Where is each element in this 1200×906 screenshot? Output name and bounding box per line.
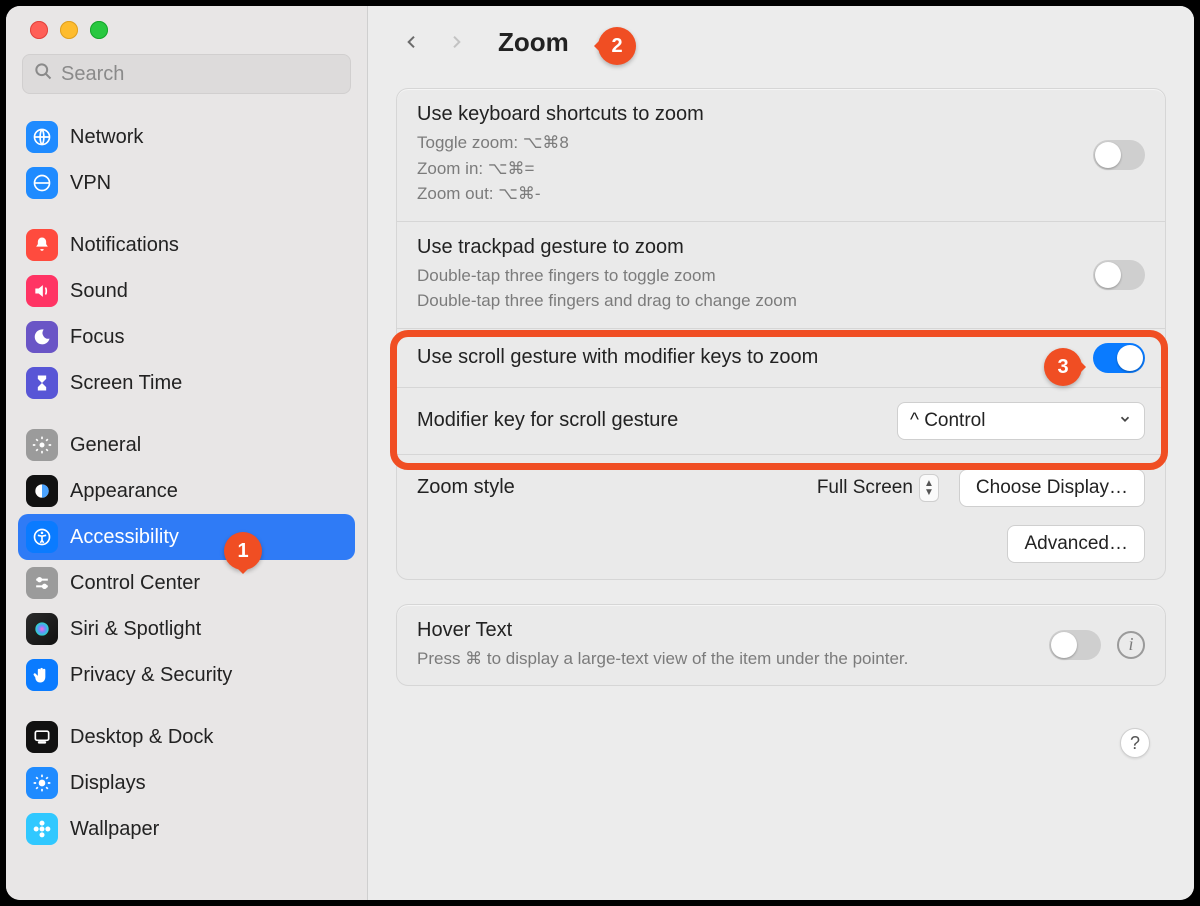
- search-field[interactable]: [22, 54, 351, 94]
- toggle-trackpad[interactable]: [1093, 260, 1145, 290]
- toggle-hover-text[interactable]: [1049, 630, 1101, 660]
- sidebar-list: Network VPN Notifications Sound: [6, 106, 367, 852]
- sidebar-item-vpn[interactable]: VPN: [18, 160, 355, 206]
- annotation-callout-1: 1: [224, 532, 262, 570]
- updown-icon: ▲▼: [919, 474, 939, 502]
- search-icon: [33, 61, 53, 87]
- sidebar-item-wallpaper[interactable]: Wallpaper: [18, 806, 355, 852]
- search-input[interactable]: [61, 63, 340, 86]
- row-title: Modifier key for scroll gesture: [417, 409, 881, 432]
- hand-icon: [26, 659, 58, 691]
- close-window-button[interactable]: [30, 21, 48, 39]
- content: Zoom Use keyboard shortcuts to zoom Togg…: [368, 6, 1194, 900]
- sidebar-item-privacy[interactable]: Privacy & Security: [18, 652, 355, 698]
- appearance-icon: [26, 475, 58, 507]
- modifier-key-select[interactable]: ^ Control: [897, 402, 1145, 440]
- zoom-window-button[interactable]: [90, 21, 108, 39]
- row-kb-shortcuts: Use keyboard shortcuts to zoom Toggle zo…: [397, 89, 1165, 221]
- select-value: ^ Control: [910, 410, 985, 432]
- row-zoom-style: Zoom style Full Screen ▲▼ Choose Display…: [397, 454, 1165, 521]
- zoom-style-select[interactable]: Full Screen ▲▼: [813, 471, 943, 505]
- accessibility-icon: [26, 521, 58, 553]
- back-button[interactable]: [402, 28, 422, 56]
- sidebar-item-label: Notifications: [70, 234, 179, 257]
- page-title: Zoom: [498, 27, 569, 58]
- row-desc: Toggle zoom: ⌥⌘8 Zoom in: ⌥⌘= Zoom out: …: [417, 130, 1077, 207]
- globe-icon: [26, 121, 58, 153]
- sidebar-item-focus[interactable]: Focus: [18, 314, 355, 360]
- sidebar-item-label: Displays: [70, 772, 146, 795]
- button-label: Choose Display…: [976, 477, 1128, 499]
- hover-panel: Hover Text Press ⌘ to display a large-te…: [396, 604, 1166, 687]
- forward-button[interactable]: [446, 28, 466, 56]
- select-value: Full Screen: [817, 477, 913, 499]
- window-controls: [6, 6, 367, 54]
- sidebar-item-label: Appearance: [70, 480, 178, 503]
- row-title: Use keyboard shortcuts to zoom: [417, 103, 1077, 126]
- sidebar-item-desktopdock[interactable]: Desktop & Dock: [18, 714, 355, 760]
- row-desc: Press ⌘ to display a large-text view of …: [417, 646, 1033, 672]
- sidebar-item-label: Focus: [70, 326, 124, 349]
- sidebar-item-label: General: [70, 434, 141, 457]
- advanced-button[interactable]: Advanced…: [1007, 525, 1145, 563]
- zoom-panel: Use keyboard shortcuts to zoom Toggle zo…: [396, 88, 1166, 580]
- chevron-down-icon: [1118, 410, 1132, 432]
- sidebar-item-label: Network: [70, 126, 143, 149]
- header: Zoom: [368, 6, 1194, 78]
- sidebar-item-label: Sound: [70, 280, 128, 303]
- sidebar-item-network[interactable]: Network: [18, 114, 355, 160]
- hourglass-icon: [26, 367, 58, 399]
- sidebar-item-sound[interactable]: Sound: [18, 268, 355, 314]
- sidebar-item-notifications[interactable]: Notifications: [18, 222, 355, 268]
- siri-icon: [26, 613, 58, 645]
- row-title: Zoom style: [417, 476, 797, 499]
- row-advanced: Advanced…: [397, 521, 1165, 579]
- flower-icon: [26, 813, 58, 845]
- sidebar-item-label: Wallpaper: [70, 818, 159, 841]
- sidebar-item-siri[interactable]: Siri & Spotlight: [18, 606, 355, 652]
- gear-icon: [26, 429, 58, 461]
- sidebar-item-label: Screen Time: [70, 372, 182, 395]
- sidebar-item-displays[interactable]: Displays: [18, 760, 355, 806]
- brightness-icon: [26, 767, 58, 799]
- sidebar-item-appearance[interactable]: Appearance: [18, 468, 355, 514]
- sidebar-item-general[interactable]: General: [18, 422, 355, 468]
- row-trackpad: Use trackpad gesture to zoom Double-tap …: [397, 221, 1165, 328]
- sidebar-item-label: Control Center: [70, 572, 200, 595]
- row-modifier-key: Modifier key for scroll gesture ^ Contro…: [397, 387, 1165, 454]
- sidebar-item-label: Siri & Spotlight: [70, 618, 201, 641]
- info-icon[interactable]: i: [1117, 631, 1145, 659]
- vpn-icon: [26, 167, 58, 199]
- button-label: Advanced…: [1024, 533, 1128, 555]
- moon-icon: [26, 321, 58, 353]
- toggle-kb-shortcuts[interactable]: [1093, 140, 1145, 170]
- help-button[interactable]: ?: [1120, 728, 1150, 758]
- bell-icon: [26, 229, 58, 261]
- toggle-scroll-gesture[interactable]: [1093, 343, 1145, 373]
- speaker-icon: [26, 275, 58, 307]
- row-hover-text: Hover Text Press ⌘ to display a large-te…: [397, 605, 1165, 686]
- sidebar-item-controlcenter[interactable]: Control Center: [18, 560, 355, 606]
- sidebar-item-accessibility[interactable]: Accessibility: [18, 514, 355, 560]
- sidebar-item-label: Desktop & Dock: [70, 726, 213, 749]
- minimize-window-button[interactable]: [60, 21, 78, 39]
- sidebar: Network VPN Notifications Sound: [6, 6, 368, 900]
- row-title: Use scroll gesture with modifier keys to…: [417, 346, 1077, 369]
- sliders-icon: [26, 567, 58, 599]
- sidebar-item-label: VPN: [70, 172, 111, 195]
- row-title: Hover Text: [417, 619, 1033, 642]
- dock-icon: [26, 721, 58, 753]
- row-desc: Double-tap three fingers to toggle zoom …: [417, 263, 1077, 314]
- row-title: Use trackpad gesture to zoom: [417, 236, 1077, 259]
- choose-display-button[interactable]: Choose Display…: [959, 469, 1145, 507]
- sidebar-item-screentime[interactable]: Screen Time: [18, 360, 355, 406]
- annotation-callout-2: 2: [598, 27, 636, 65]
- sidebar-item-label: Accessibility: [70, 526, 179, 549]
- sidebar-item-label: Privacy & Security: [70, 664, 232, 687]
- annotation-callout-3: 3: [1044, 348, 1082, 386]
